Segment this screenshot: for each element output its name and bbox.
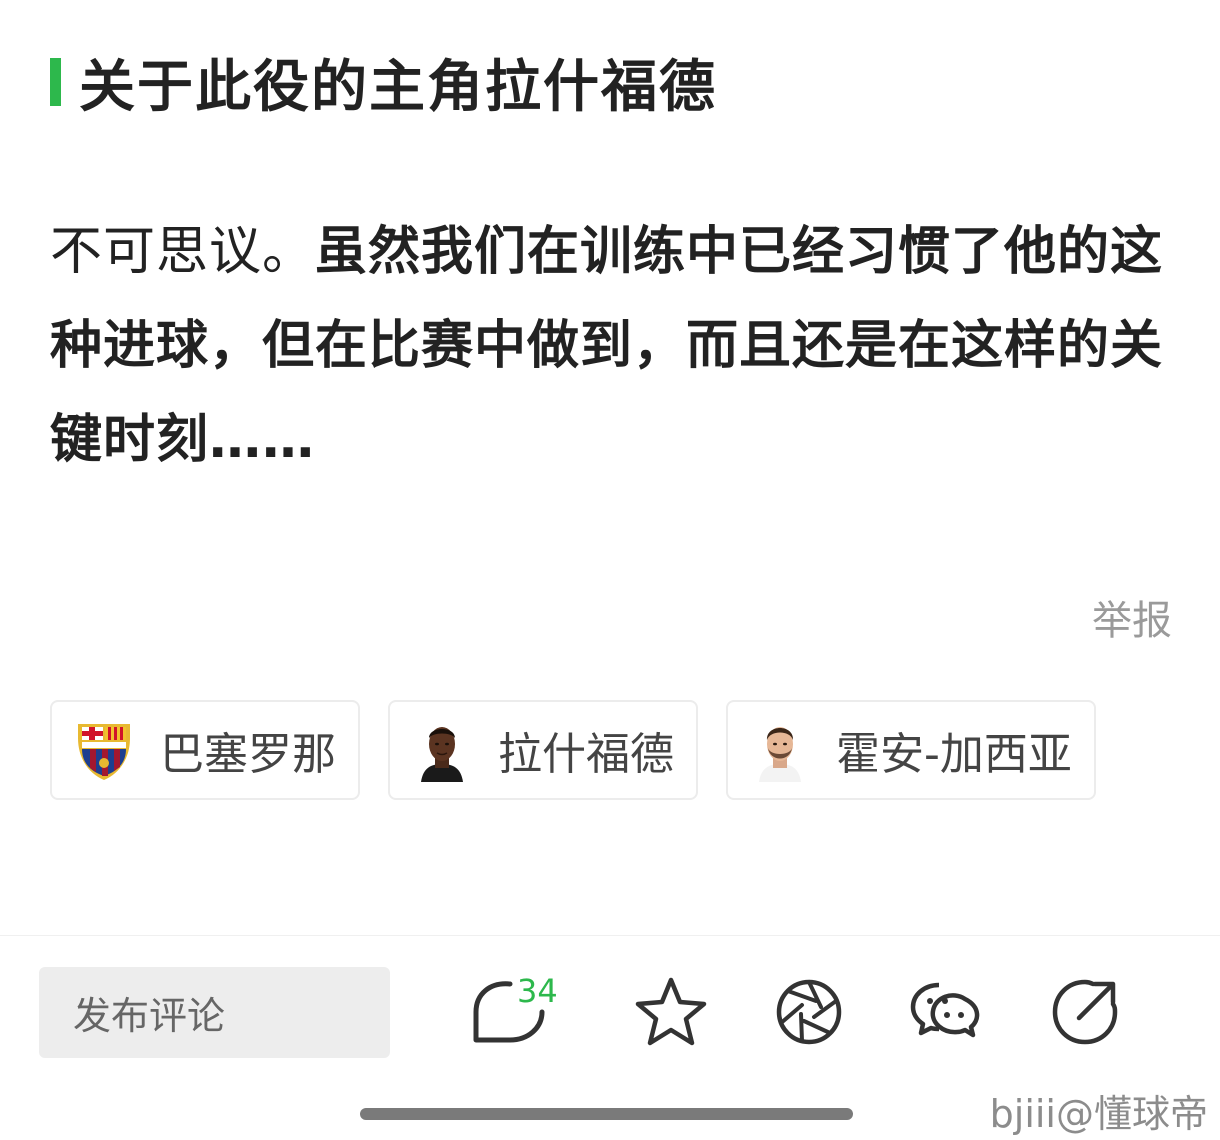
star-icon <box>633 974 709 1054</box>
home-indicator[interactable] <box>360 1108 853 1120</box>
share-icon <box>1049 976 1121 1052</box>
tag-joan-garcia[interactable]: 霍安-加西亚 <box>726 700 1096 800</box>
article-paragraph: 不可思议。虽然我们在训练中已经习惯了他的这种进球，但在比赛中做到，而且还是在这样… <box>50 205 1175 487</box>
heading-accent-bar <box>50 58 61 106</box>
paragraph-normal-text: 不可思议。 <box>50 222 316 282</box>
tag-label: 霍安-加西亚 <box>836 729 1072 780</box>
tag-list: 巴塞罗那 拉什福德 霍安-加西亚 <box>50 700 1096 800</box>
wechat-icon <box>909 977 985 1051</box>
tag-label: 巴塞罗那 <box>160 729 336 780</box>
section-title: 关于此役的主角拉什福德 <box>79 54 717 120</box>
bottom-toolbar: 发布评论 34 bjiii@懂球帝 <box>0 935 1220 1140</box>
player-avatar-icon <box>410 718 474 782</box>
tag-rashford[interactable]: 拉什福德 <box>388 700 698 800</box>
moments-share-button[interactable] <box>769 974 849 1054</box>
moments-shutter-icon <box>774 977 844 1051</box>
comment-count-badge: 34 <box>517 972 558 1010</box>
article-page: 关于此役的主角拉什福德 不可思议。虽然我们在训练中已经习惯了他的这种进球，但在比… <box>0 0 1220 1140</box>
favorite-button[interactable] <box>631 974 711 1054</box>
wechat-share-button[interactable] <box>907 974 987 1054</box>
section-heading: 关于此役的主角拉什福德 <box>50 52 717 120</box>
player-avatar-icon <box>748 718 812 782</box>
watermark: bjiii@懂球帝 <box>989 1092 1208 1136</box>
tag-label: 拉什福德 <box>498 729 674 780</box>
share-button[interactable] <box>1045 974 1125 1054</box>
comment-input[interactable]: 发布评论 <box>39 967 390 1058</box>
report-link[interactable]: 举报 <box>1092 588 1172 646</box>
fc-barcelona-crest-icon <box>72 718 136 782</box>
tag-barcelona[interactable]: 巴塞罗那 <box>50 700 360 800</box>
